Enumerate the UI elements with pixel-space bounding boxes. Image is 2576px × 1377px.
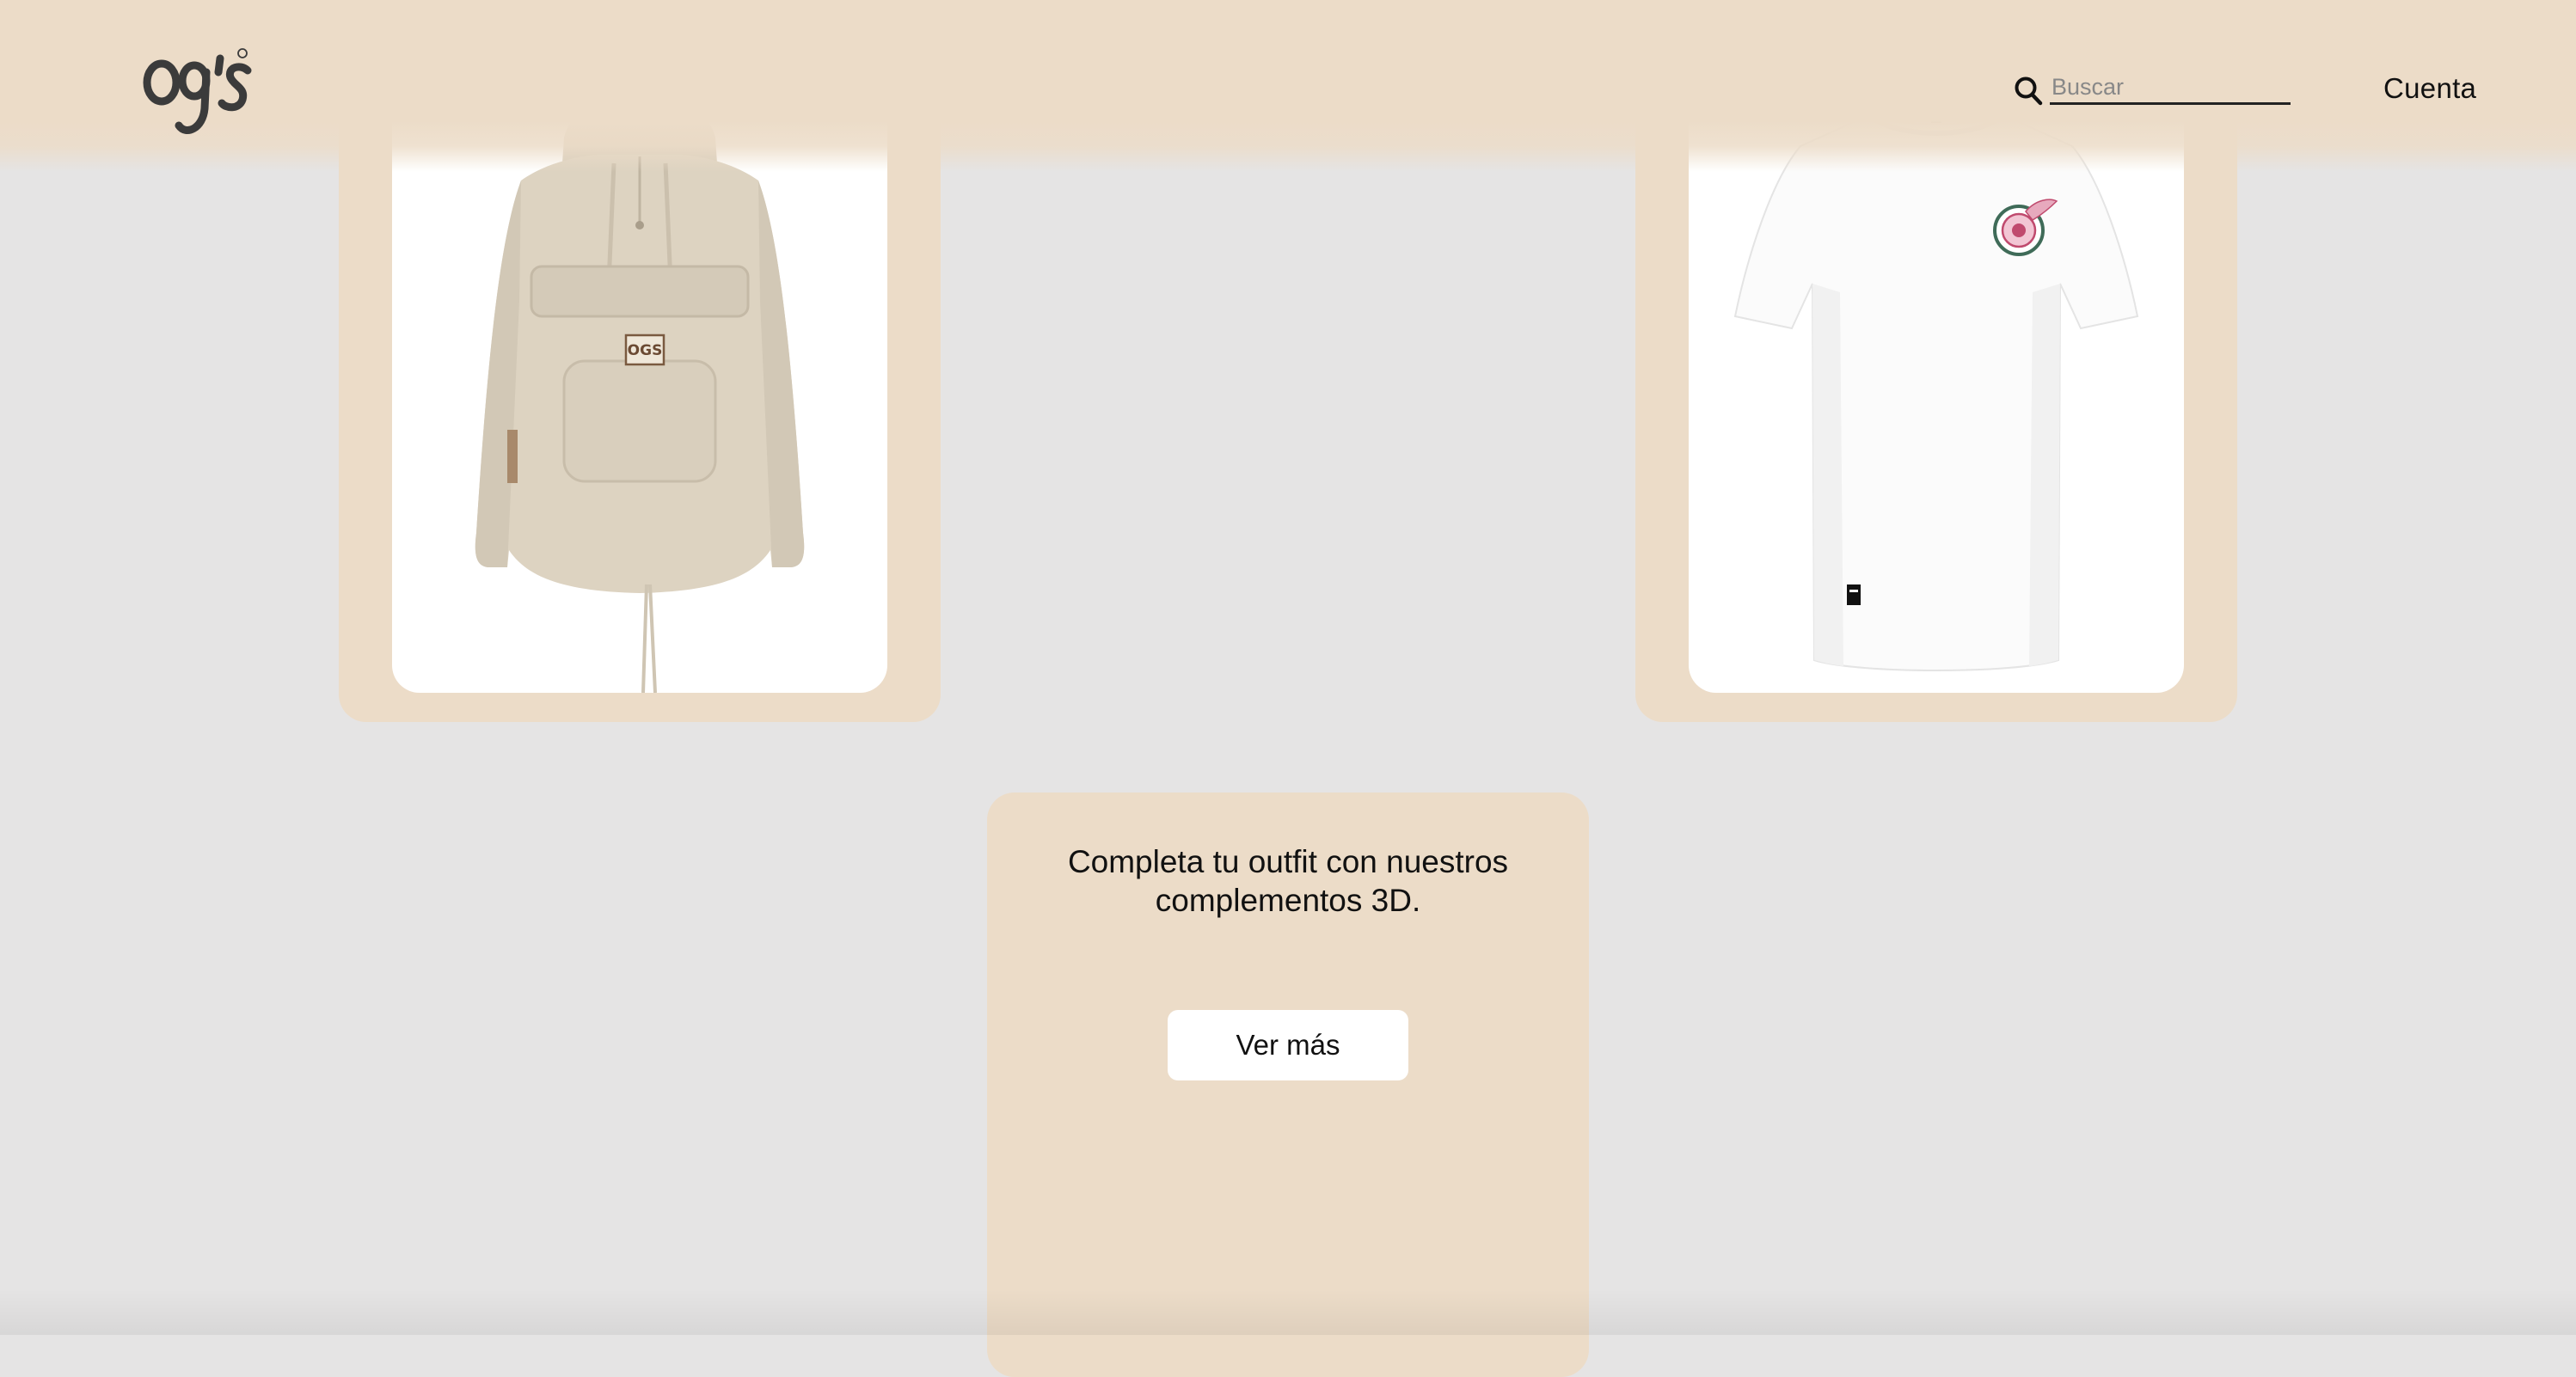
account-link[interactable]: Cuenta xyxy=(2383,72,2476,105)
patch-text: OGS xyxy=(628,342,663,359)
product-image-tshirt[interactable] xyxy=(1689,86,2184,693)
product-image-hoodie[interactable]: OGS xyxy=(392,86,887,693)
site-header: Cuenta xyxy=(0,0,2576,172)
search-input[interactable] xyxy=(2050,72,2291,105)
hoodie-image: OGS xyxy=(475,94,805,693)
promo-card: Completa tu outfit con nuestros compleme… xyxy=(987,793,1589,1377)
tshirt-image xyxy=(1733,113,2139,671)
brand-logo[interactable] xyxy=(141,46,253,141)
see-more-button[interactable]: Ver más xyxy=(1168,1010,1408,1080)
promo-text: Completa tu outfit con nuestros compleme… xyxy=(1067,844,1509,918)
search-icon[interactable] xyxy=(2014,76,2043,107)
